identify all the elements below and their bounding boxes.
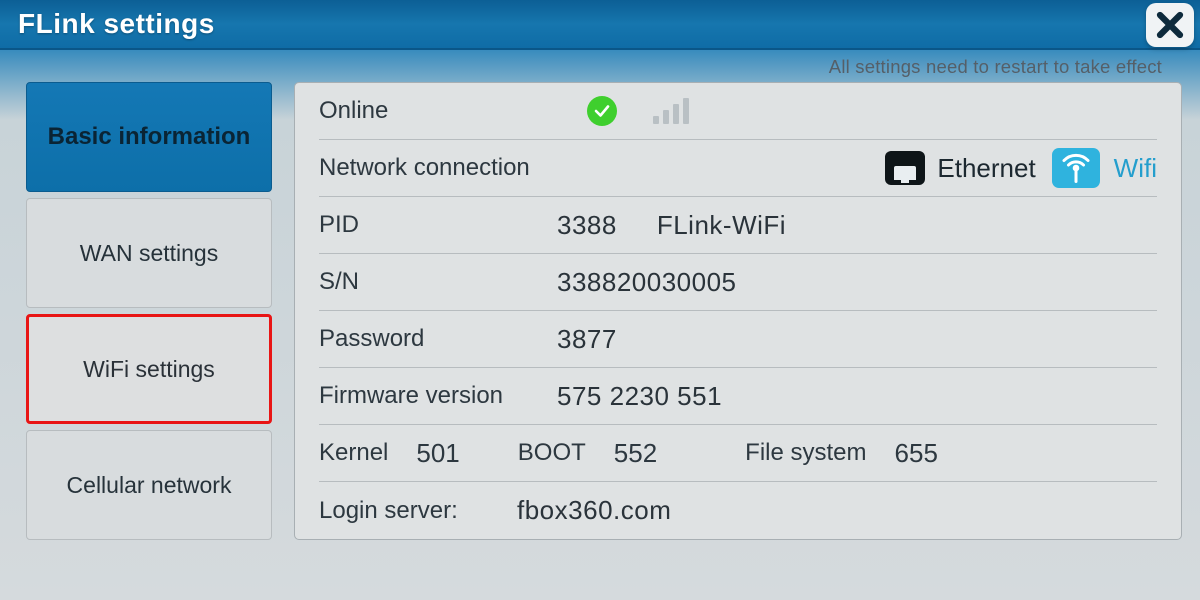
firmware-label: Firmware version <box>319 382 539 410</box>
restart-notice: All settings need to restart to take eff… <box>0 50 1200 82</box>
sidebar-item-label: WiFi settings <box>83 356 215 383</box>
netconn-options: Ethernet Wifi <box>885 148 1157 188</box>
row-system: Kernel 501 BOOT 552 File system 655 <box>319 425 1157 482</box>
row-firmware: Firmware version 575 2230 551 <box>319 368 1157 425</box>
sn-value: 338820030005 <box>557 267 737 298</box>
fs-label: File system <box>745 439 866 467</box>
password-label: Password <box>319 325 539 353</box>
main-panel: Online Network connection Ethernet <box>294 82 1182 540</box>
row-sn: S/N 338820030005 <box>319 254 1157 311</box>
wifi-label: Wifi <box>1114 153 1157 184</box>
row-password: Password 3877 <box>319 311 1157 368</box>
signal-strength-icon <box>653 98 689 124</box>
checkmark-icon <box>593 102 611 120</box>
row-network-connection: Network connection Ethernet Wifi <box>319 140 1157 197</box>
online-label: Online <box>319 97 539 125</box>
kernel-label: Kernel <box>319 439 388 467</box>
wifi-icon[interactable] <box>1052 148 1100 188</box>
kernel-value: 501 <box>416 438 459 469</box>
login-label: Login server: <box>319 497 499 525</box>
row-login-server: Login server: fbox360.com <box>319 482 1157 539</box>
boot-label: BOOT <box>518 439 586 467</box>
pid-model: FLink-WiFi <box>657 210 786 241</box>
sidebar: Basic information WAN settings WiFi sett… <box>26 82 272 540</box>
firmware-value: 575 2230 551 <box>557 381 722 412</box>
window-title: FLink settings <box>18 8 215 40</box>
close-icon <box>1155 10 1185 40</box>
sidebar-item-label: WAN settings <box>80 240 218 267</box>
ethernet-label: Ethernet <box>937 153 1035 184</box>
pid-value-group: 3388 FLink-WiFi <box>557 210 786 241</box>
sn-label: S/N <box>319 268 539 296</box>
sidebar-item-label: Cellular network <box>67 472 232 499</box>
sidebar-item-wifi[interactable]: WiFi settings <box>26 314 272 424</box>
close-button[interactable] <box>1146 3 1194 47</box>
row-online: Online <box>319 83 1157 140</box>
online-status-icon <box>587 96 617 126</box>
login-value: fbox360.com <box>517 495 671 526</box>
boot-value: 552 <box>614 438 657 469</box>
pid-value: 3388 <box>557 210 617 241</box>
ethernet-icon[interactable] <box>885 151 925 185</box>
window-header: FLink settings <box>0 0 1200 50</box>
sidebar-item-label: Basic information <box>48 123 251 151</box>
netconn-label: Network connection <box>319 154 579 182</box>
password-value: 3877 <box>557 324 617 355</box>
sidebar-item-cellular[interactable]: Cellular network <box>26 430 272 540</box>
sidebar-item-wan[interactable]: WAN settings <box>26 198 272 308</box>
pid-label: PID <box>319 211 539 239</box>
content-area: Basic information WAN settings WiFi sett… <box>0 82 1200 550</box>
sidebar-item-basic-info[interactable]: Basic information <box>26 82 272 192</box>
row-pid: PID 3388 FLink-WiFi <box>319 197 1157 254</box>
fs-value: 655 <box>895 438 938 469</box>
